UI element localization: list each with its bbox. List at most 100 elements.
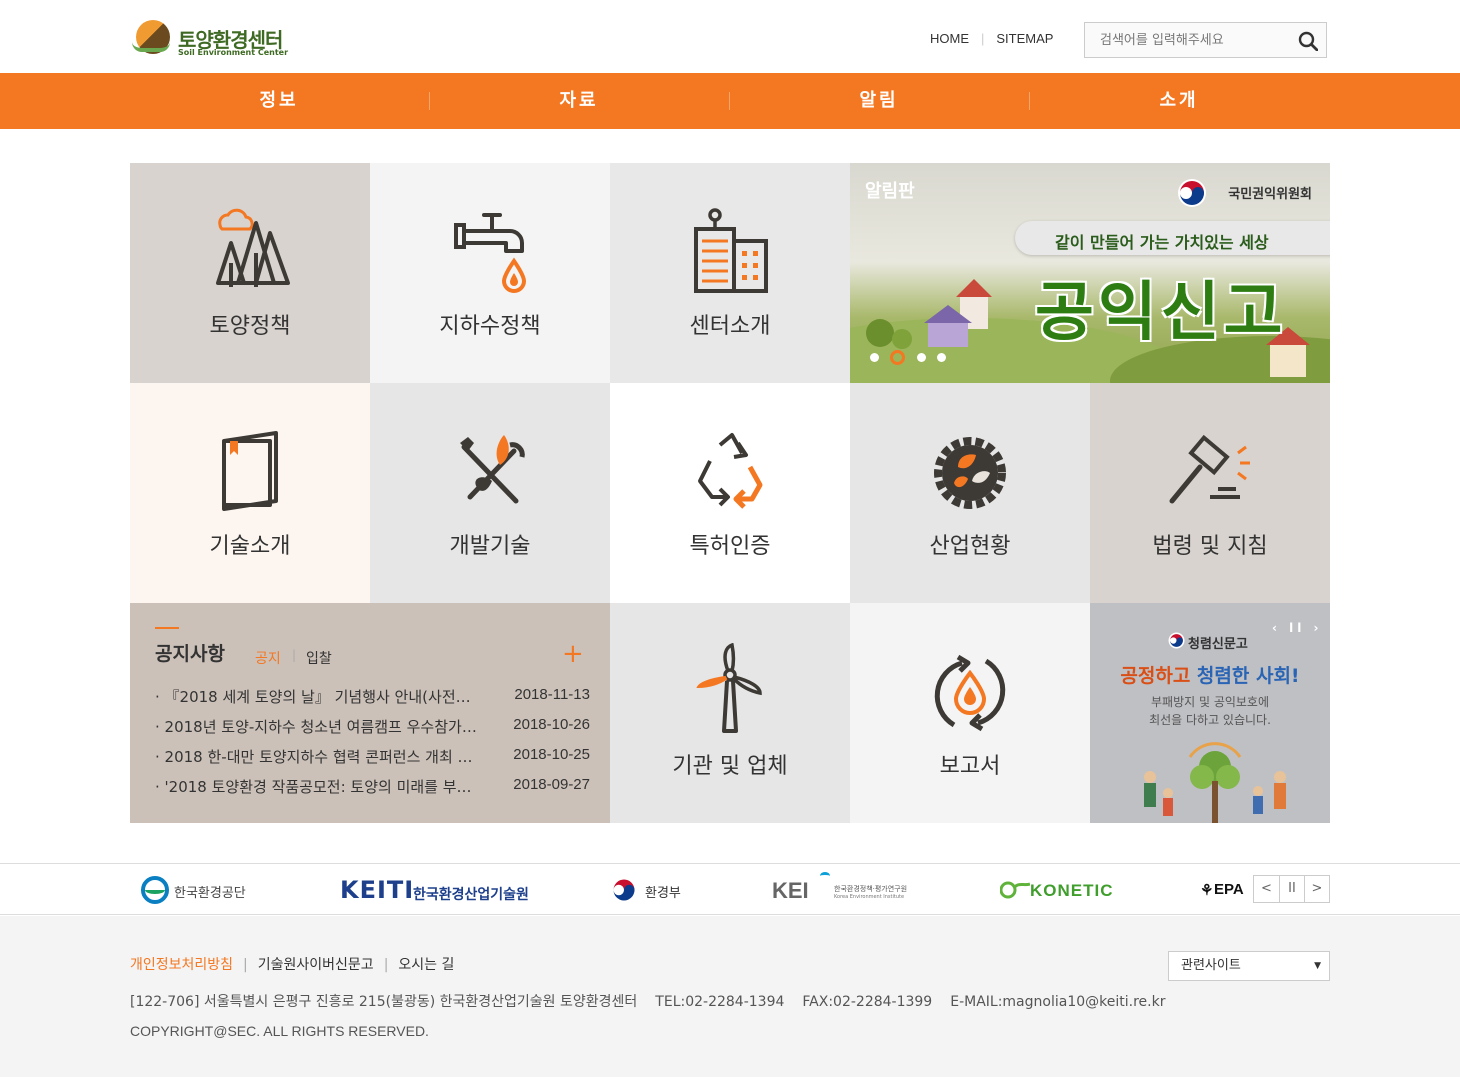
tab-divider: | (292, 648, 297, 662)
tab-bid[interactable]: 입찰 (306, 648, 332, 668)
nav-item-info[interactable]: 정보 (129, 73, 429, 129)
search-input[interactable] (1085, 23, 1285, 57)
partner-label-en: Korea Environment Institute (834, 894, 905, 900)
faucet-icon (454, 213, 527, 293)
email-text: E-MAIL:magnolia10@keiti.re.kr (950, 994, 1166, 1010)
cyber-report-link[interactable]: 기술원사이버신문고 (258, 957, 374, 973)
tile-report[interactable]: 보고서 (850, 603, 1090, 823)
notice-title-text: 2018년 토양-지하수 청소년 여름캠프 우수참가자 발표 (164, 718, 480, 736)
site-logo[interactable]: 토양환경센터 Soil Environment Center (130, 18, 290, 60)
banner-slogan: 같이 만들어 가는 가치있는 세상 (1055, 233, 1269, 252)
partner-label: 환경부 (645, 886, 681, 901)
copyright: COPYRIGHT@SEC. ALL RIGHTS RESERVED. (130, 1023, 429, 1039)
nav-item-resources[interactable]: 자료 (429, 73, 729, 129)
partner-controls: < II > (1253, 875, 1330, 903)
headline-part-a: 공정하고 (1120, 665, 1197, 687)
site-footer: 개인정보처리방침 | 기술원사이버신문고 | 오시는 길 [122-706] 서울특별시… (0, 916, 1460, 1077)
site-header: 토양환경센터 Soil Environment Center HOME | SITE… (0, 0, 1460, 73)
banner-controls[interactable]: ‹ ll › (1272, 621, 1322, 635)
integrity-text: 부패방지 및 공익보호에 최선을 다하고 있습니다. (1090, 693, 1330, 729)
tile-tech-intro[interactable]: 기술소개 (130, 383, 370, 603)
notice-title: 공지사항 (155, 643, 225, 665)
notice-title-text: '2018 토양환경 작품공모전: 토양의 미래를 부탁해' 결과 (164, 778, 480, 796)
notice-title-text: 2018 한-대만 토양지하수 협력 콘퍼런스 개최 알림 (164, 748, 480, 766)
notice-item-title: · 『2018 세계 토양의 날』 기념행사 안내(사전등록 안내) (155, 686, 480, 707)
tile-label: 법령 및 지침 (1152, 534, 1268, 559)
notice-item-title: · '2018 토양환경 작품공모전: 토양의 미래를 부탁해' 결과 (155, 776, 480, 797)
partner-next-button[interactable]: > (1304, 876, 1329, 902)
notice-item[interactable]: · 『2018 세계 토양의 날』 기념행사 안내(사전등록 안내) 2018-… (155, 686, 590, 708)
banner-headline: 공익신고 (1035, 276, 1287, 350)
tile-label: 기관 및 업체 (672, 754, 788, 779)
tile-label: 보고서 (939, 754, 1001, 779)
notice-item-date: 2018-09-27 (513, 776, 590, 793)
government-emblem-icon (1168, 632, 1185, 649)
notice-item[interactable]: · '2018 토양환경 작품공모전: 토양의 미래를 부탁해' 결과 2018… (155, 776, 590, 798)
tile-law[interactable]: 법령 및 지침 (1090, 383, 1330, 603)
integrity-line-1: 부패방지 및 공익보호에 (1150, 695, 1270, 709)
slide-dot[interactable] (917, 353, 926, 362)
partner-prev-button[interactable]: < (1254, 876, 1279, 902)
footer-links: 개인정보처리방침 | 기술원사이버신문고 | 오시는 길 (130, 954, 454, 974)
recycle-icon (698, 433, 763, 509)
fax-text: FAX:02-2284-1399 (802, 994, 933, 1010)
notice-item[interactable]: · 2018 한-대만 토양지하수 협력 콘퍼런스 개최 알림 2018-10-… (155, 746, 590, 768)
main-nav: 정보 자료 알림 소개 (0, 73, 1460, 129)
select-value: 관련사이트 (1181, 958, 1241, 973)
privacy-policy-link[interactable]: 개인정보처리방침 (130, 957, 233, 973)
tile-label: 개발기술 (449, 534, 531, 559)
notice-title-text: 『2018 세계 토양의 날』 기념행사 안내(사전등록 안내) (164, 688, 480, 706)
address-text: [122-706] 서울특별시 은평구 진흥로 215(불광동) 한국환경산업기… (130, 994, 638, 1010)
tile-industry[interactable]: 산업현황 (850, 383, 1090, 603)
notice-accent-bar (155, 627, 179, 629)
nav-item-about[interactable]: 소개 (1029, 73, 1329, 129)
banner-org: 국민권익위원회 (1228, 187, 1312, 202)
slide-dot[interactable] (937, 353, 946, 362)
notice-item-date: 2018-11-13 (514, 686, 590, 703)
directions-link[interactable]: 오시는 길 (398, 957, 454, 973)
wind-turbine-icon (696, 643, 762, 733)
integrity-headline: 공정하고 청렴한 사회! (1090, 661, 1330, 688)
banner-title: 알림판 (865, 181, 915, 202)
chevron-down-icon: ▼ (1314, 961, 1321, 971)
sitemap-link[interactable]: SITEMAP (996, 31, 1053, 46)
tile-agency[interactable]: 기관 및 업체 (610, 603, 850, 823)
tile-center-intro[interactable]: 센터소개 (610, 163, 850, 383)
notice-item[interactable]: · 2018년 토양-지하수 청소년 여름캠프 우수참가자 발표 2018-10… (155, 716, 590, 738)
related-sites-select[interactable]: 관련사이트 ▼ (1168, 951, 1330, 981)
tile-groundwater-policy[interactable]: 지하수정책 (370, 163, 610, 383)
tile-label: 지하수정책 (439, 314, 541, 339)
gear-leaf-icon (934, 437, 1006, 509)
notice-item-date: 2018-10-25 (513, 746, 590, 763)
home-link[interactable]: HOME (930, 31, 969, 46)
keco-logo-icon (141, 876, 169, 904)
tile-label: 토양정책 (209, 314, 291, 339)
tel-text: TEL:02-2284-1394 (655, 994, 785, 1010)
integrity-org: 청렴신문고 (1188, 637, 1248, 652)
partner-pause-button[interactable]: II (1279, 876, 1304, 902)
partner-logo-text: KEITI (340, 876, 415, 904)
headline-part-b: 청렴한 사회! (1196, 665, 1300, 687)
tab-notice[interactable]: 공지 (255, 648, 281, 668)
more-plus-icon[interactable]: + (562, 641, 584, 667)
search-icon[interactable] (1298, 31, 1318, 51)
footer-address: [122-706] 서울특별시 은평구 진흥로 215(불광동) 한국환경산업기… (130, 991, 1183, 1011)
tile-soil-policy[interactable]: 토양정책 (130, 163, 370, 383)
notice-item-title: · 2018 한-대만 토양지하수 협력 콘퍼런스 개최 알림 (155, 746, 480, 767)
government-emblem-icon (1178, 179, 1206, 207)
slide-dot-active[interactable] (890, 350, 905, 365)
tile-patent[interactable]: 특허인증 (610, 383, 850, 603)
partner-logo-text: KONETIC (1030, 881, 1114, 900)
divider: | (243, 957, 248, 973)
tile-dev-tech[interactable]: 개발기술 (370, 383, 610, 603)
integrity-banner[interactable]: ‹ ll › 청렴신문고 공정하고 청렴한 사회! 부패방지 및 공익보호에 최… (1090, 603, 1330, 823)
partner-label: 한국환경공단 (174, 886, 246, 901)
tile-label: 산업현황 (929, 534, 1011, 559)
search-box (1084, 22, 1327, 58)
nav-item-notices[interactable]: 알림 (729, 73, 1029, 129)
tile-label: 센터소개 (689, 314, 771, 339)
gavel-icon (1169, 434, 1250, 504)
slide-dot[interactable] (870, 353, 879, 362)
partner-logo-text: KEI (772, 878, 809, 903)
notice-board-banner[interactable]: 알림판 국민권익위원회 같이 만들어 가는 가치있는 세상 공익신고 (850, 163, 1330, 383)
